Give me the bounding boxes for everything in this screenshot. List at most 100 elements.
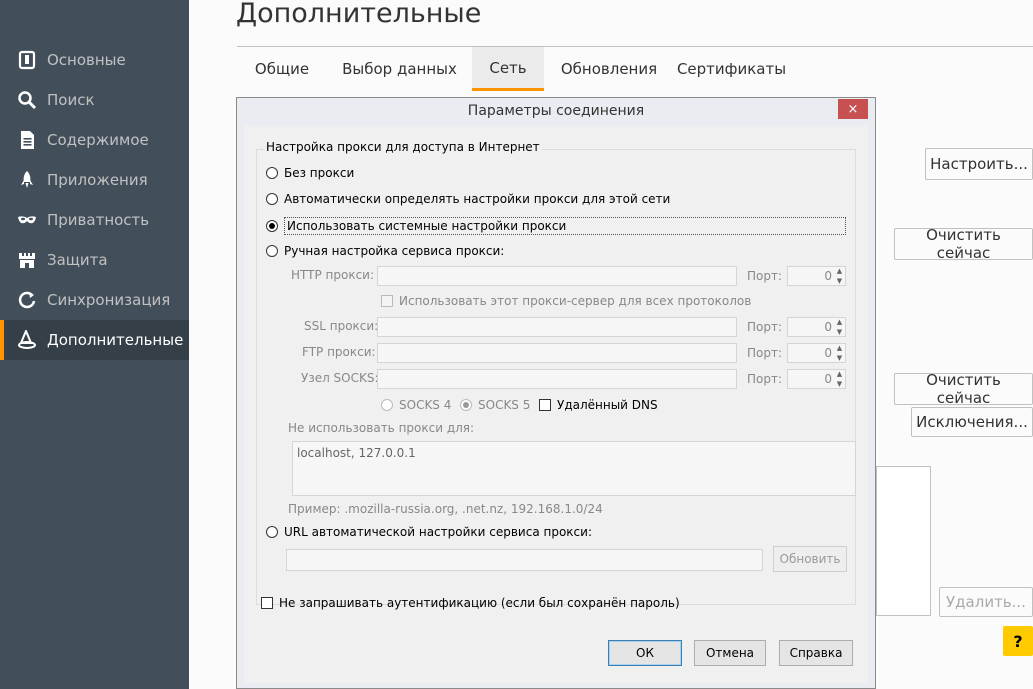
sidebar-item-label: Приватность (47, 211, 150, 229)
castle-icon (16, 249, 38, 271)
sidebar-item-search[interactable]: Поиск (0, 80, 189, 120)
system-proxy-option[interactable]: Использовать системные настройки прокси (266, 217, 846, 235)
tab-certificates[interactable]: Сертификаты (674, 47, 789, 91)
auto-url-radio[interactable] (266, 526, 278, 538)
auto-detect-radio[interactable] (266, 193, 278, 205)
socks5-option: SOCKS 5 (460, 398, 530, 412)
sidebar-item-sync[interactable]: Синхронизация (0, 280, 189, 320)
sidebar-item-label: Синхронизация (47, 291, 171, 309)
http-port-stepper: 0 ▲ ▼ (787, 266, 846, 286)
sidebar-item-security[interactable]: Защита (0, 240, 189, 280)
help-button[interactable]: ? (1003, 626, 1033, 656)
http-port-value: 0 (824, 269, 832, 283)
sidebar-item-label: Содержимое (47, 131, 149, 149)
no-auth-prompt-label: Не запрашивать аутентификацию (если был … (279, 596, 680, 610)
ssl-proxy-input (377, 317, 737, 337)
no-proxy-option[interactable]: Без прокси (266, 166, 354, 180)
ftp-proxy-label: FTP прокси: (302, 345, 376, 359)
exceptions-button[interactable]: Исключения... (911, 407, 1033, 437)
search-icon (16, 89, 38, 111)
remote-dns-label: Удалённый DNS (557, 398, 658, 412)
auto-url-label: URL автоматической настройки сервиса про… (284, 525, 592, 539)
connection-settings-dialog: Параметры соединения × Настройка прокси … (236, 97, 876, 689)
ftp-proxy-input (377, 343, 737, 363)
dialog-body: Настройка прокси для доступа в Интернет … (244, 126, 868, 683)
tab-network[interactable]: Сеть (472, 47, 544, 91)
no-auth-prompt-option[interactable]: Не запрашивать аутентификацию (если был … (261, 596, 680, 610)
auto-url-input (286, 549, 763, 571)
no-proxy-for-label: Не использовать прокси для: (288, 421, 475, 435)
manual-proxy-option[interactable]: Ручная настройка сервиса прокси: (266, 244, 504, 258)
cancel-button[interactable]: Отмена (694, 640, 766, 666)
http-port-label: Порт: (747, 269, 783, 283)
socks5-radio (460, 399, 472, 411)
socks-port-stepper: 0 ▲ ▼ (787, 369, 846, 389)
sidebar-item-applications[interactable]: Приложения (0, 160, 189, 200)
dialog-titlebar[interactable]: Параметры соединения × (237, 98, 875, 126)
auto-detect-option[interactable]: Автоматически определять настройки прокс… (266, 192, 670, 206)
ftp-port-label: Порт: (747, 346, 783, 360)
manual-proxy-label: Ручная настройка сервиса прокси: (284, 244, 505, 258)
socks4-radio (381, 399, 393, 411)
share-all-option: Использовать этот прокси-сервер для всех… (381, 294, 751, 308)
sidebar-item-general[interactable]: Основные (0, 40, 189, 80)
dialog-title: Параметры соединения (467, 103, 645, 119)
sidebar-item-label: Поиск (47, 91, 95, 109)
remote-dns-checkbox[interactable] (539, 399, 551, 411)
tab-bar: Общие Выбор данных Сеть Обновления Серти… (237, 46, 1033, 91)
sidebar-item-advanced[interactable]: Дополнительные (0, 320, 189, 360)
spin-arrows-icon: ▲ ▼ (836, 370, 843, 388)
offline-apps-list[interactable] (876, 466, 931, 616)
clear-offline-button[interactable]: Очистить сейчас (894, 371, 1033, 407)
remote-dns-option[interactable]: Удалённый DNS (539, 398, 658, 412)
socks-port-value: 0 (824, 372, 832, 386)
rocket-icon (16, 169, 38, 191)
http-proxy-label: HTTP прокси: (291, 268, 375, 282)
ssl-proxy-label: SSL прокси: (304, 319, 379, 333)
no-proxy-for-value: localhost, 127.0.0.1 (297, 446, 416, 460)
tab-updates[interactable]: Обновления (544, 47, 674, 91)
mask-icon (16, 209, 38, 231)
socks4-option: SOCKS 4 (381, 398, 451, 412)
spin-arrows-icon: ▲ ▼ (836, 318, 843, 336)
http-proxy-input (377, 266, 737, 286)
sync-icon (16, 289, 38, 311)
system-proxy-radio[interactable] (266, 220, 278, 232)
socks-port-label: Порт: (747, 372, 783, 386)
no-auth-prompt-checkbox[interactable] (261, 597, 273, 609)
ftp-port-value: 0 (824, 346, 832, 360)
sidebar: Основные Поиск Содержимое Приложения При… (0, 0, 189, 689)
share-all-label: Использовать этот прокси-сервер для всех… (399, 294, 752, 308)
socks-host-input (377, 369, 737, 389)
close-icon[interactable]: × (838, 99, 868, 119)
page-title: Дополнительные (236, 0, 482, 29)
share-all-checkbox (381, 295, 393, 307)
socks4-label: SOCKS 4 (399, 398, 452, 412)
sidebar-item-label: Приложения (47, 171, 148, 189)
no-proxy-for-textarea: localhost, 127.0.0.1 (292, 441, 856, 496)
content-icon (16, 129, 38, 151)
socks-host-label: Узел SOCKS: (301, 371, 379, 385)
configure-button[interactable]: Настроить... (925, 148, 1033, 180)
tab-general[interactable]: Общие (237, 47, 327, 91)
no-proxy-label: Без прокси (284, 166, 355, 180)
system-proxy-label: Использовать системные настройки прокси (284, 217, 846, 235)
ssl-port-value: 0 (824, 320, 832, 334)
clear-cache-button[interactable]: Очистить сейчас (894, 226, 1033, 262)
auto-url-option[interactable]: URL автоматической настройки сервиса про… (266, 525, 592, 539)
auto-detect-label: Автоматически определять настройки прокс… (284, 192, 671, 206)
group-label: Настройка прокси для доступа в Интернет (264, 140, 542, 154)
sidebar-item-label: Основные (47, 51, 126, 69)
ok-button[interactable]: ОК (608, 640, 682, 666)
sidebar-item-privacy[interactable]: Приватность (0, 200, 189, 240)
reload-button: Обновить (773, 546, 847, 572)
spin-arrows-icon: ▲ ▼ (836, 267, 843, 285)
dialog-help-button[interactable]: Справка (779, 640, 853, 666)
socks5-label: SOCKS 5 (478, 398, 531, 412)
wizard-hat-icon (16, 329, 38, 351)
sidebar-item-content[interactable]: Содержимое (0, 120, 189, 160)
tab-data-choices[interactable]: Выбор данных (327, 47, 472, 91)
no-proxy-example: Пример: .mozilla-russia.org, .net.nz, 19… (288, 502, 603, 516)
manual-proxy-radio[interactable] (266, 245, 278, 257)
no-proxy-radio[interactable] (266, 167, 278, 179)
